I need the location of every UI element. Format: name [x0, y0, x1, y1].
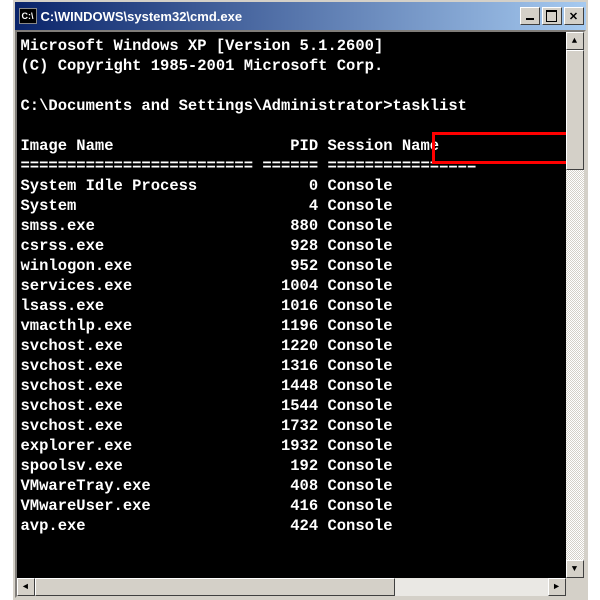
maximize-button[interactable]	[542, 7, 562, 25]
scroll-down-button[interactable]: ▼	[566, 560, 584, 578]
scroll-up-button[interactable]: ▲	[566, 32, 584, 50]
vscroll-thumb[interactable]	[566, 50, 584, 170]
vertical-scrollbar[interactable]: ▲ ▼	[566, 32, 584, 578]
scroll-left-button[interactable]: ◄	[17, 578, 35, 596]
horizontal-scrollbar[interactable]: ◄ ►	[17, 578, 566, 596]
scrollbar-corner	[566, 578, 584, 596]
hscroll-track[interactable]	[35, 578, 548, 596]
console-output[interactable]: Microsoft Windows XP [Version 5.1.2600] …	[17, 32, 567, 578]
window-title: C:\WINDOWS\system32\cmd.exe	[41, 9, 520, 24]
scroll-right-button[interactable]: ►	[548, 578, 566, 596]
cmd-window: C:\ C:\WINDOWS\system32\cmd.exe Microsof…	[13, 0, 588, 600]
close-button[interactable]	[564, 7, 584, 25]
titlebar[interactable]: C:\ C:\WINDOWS\system32\cmd.exe	[15, 2, 586, 30]
cmd-icon-label: C:\	[22, 11, 34, 21]
minimize-button[interactable]	[520, 7, 540, 25]
window-controls	[520, 7, 584, 25]
hscroll-thumb[interactable]	[35, 578, 395, 596]
content-area: Microsoft Windows XP [Version 5.1.2600] …	[15, 30, 586, 598]
vscroll-track[interactable]	[566, 50, 584, 560]
cmd-icon: C:\	[19, 8, 37, 24]
